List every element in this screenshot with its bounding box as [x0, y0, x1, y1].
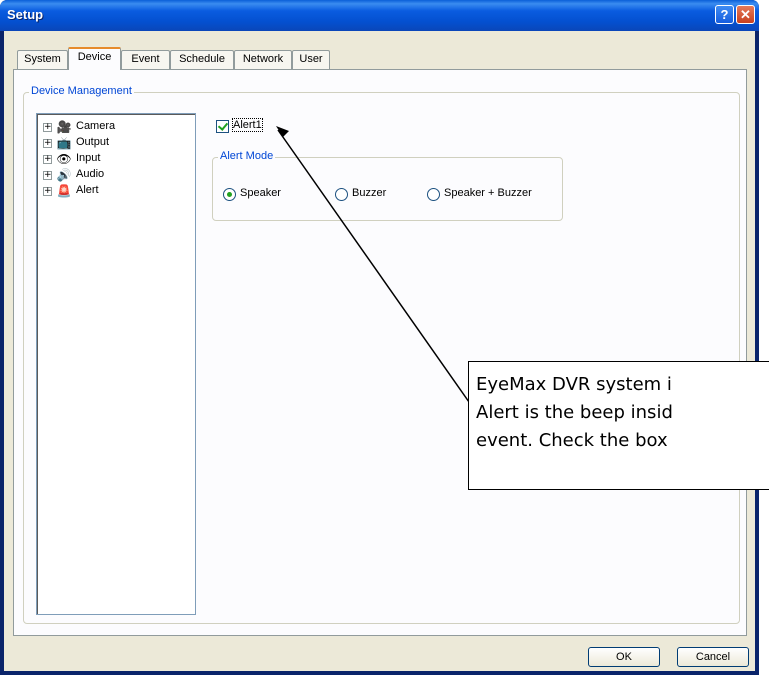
device-management-caption: Device Management	[29, 85, 134, 97]
tree-item-label: Audio	[76, 168, 105, 180]
dialog-client-area: System Device Event Schedule Network Use…	[4, 31, 755, 671]
alert-icon: 🚨	[56, 184, 72, 198]
callout-line: event. Check the box	[476, 430, 668, 451]
speaker-buzzer-radio[interactable]	[427, 188, 440, 201]
speaker-label[interactable]: Speaker	[240, 187, 281, 199]
device-tree[interactable]: + 🎥 Camera + 📺 Output + 👁 Input + 🔊 Audi…	[36, 113, 196, 615]
audio-icon: 🔊	[56, 168, 72, 182]
ok-button[interactable]: OK	[588, 647, 660, 667]
tab-schedule[interactable]: Schedule	[170, 50, 234, 69]
buzzer-label[interactable]: Buzzer	[352, 187, 386, 199]
help-icon: ?	[720, 7, 729, 22]
tab-network[interactable]: Network	[234, 50, 292, 69]
tab-event[interactable]: Event	[121, 50, 170, 69]
tree-item-label: Camera	[76, 120, 116, 132]
expand-icon[interactable]: +	[43, 139, 52, 148]
setup-window: Setup ? ✕ System Device Event Schedule N…	[0, 0, 759, 675]
cancel-button[interactable]: Cancel	[677, 647, 749, 667]
speaker-radio[interactable]	[223, 188, 236, 201]
buzzer-radio[interactable]	[335, 188, 348, 201]
device-tab-panel: Device Management + 🎥 Camera + 📺 Output …	[13, 69, 747, 636]
speaker-buzzer-label[interactable]: Speaker + Buzzer	[444, 187, 532, 199]
expand-icon[interactable]: +	[43, 171, 52, 180]
title-bar[interactable]: Setup ? ✕	[0, 0, 759, 31]
window-title: Setup	[7, 7, 44, 22]
camera-icon: 🎥	[56, 120, 72, 134]
input-icon: 👁	[56, 152, 72, 166]
tree-item-label: Output	[76, 136, 110, 148]
close-icon: ✕	[740, 7, 751, 22]
tree-item-label: Alert	[76, 184, 99, 196]
annotation-callout: EyeMax DVR system i Alert is the beep in…	[468, 361, 769, 490]
callout-line: EyeMax DVR system i	[476, 374, 672, 395]
alert-mode-group: Alert Mode Speaker Buzzer Speaker + Buzz…	[212, 150, 563, 221]
expand-icon[interactable]: +	[43, 187, 52, 196]
tab-system[interactable]: System	[17, 50, 68, 69]
alert-mode-caption: Alert Mode	[218, 150, 276, 162]
output-icon: 📺	[56, 136, 72, 150]
callout-line: Alert is the beep insid	[476, 402, 673, 423]
tree-item-label: Input	[76, 152, 101, 164]
expand-icon[interactable]: +	[43, 155, 52, 164]
tab-user[interactable]: User	[292, 50, 330, 69]
alert1-checkbox[interactable]	[216, 120, 229, 133]
alert1-label[interactable]: Alert1	[232, 118, 263, 132]
expand-icon[interactable]: +	[43, 123, 52, 132]
tab-device[interactable]: Device	[68, 47, 121, 70]
help-button[interactable]: ?	[715, 5, 734, 24]
close-button[interactable]: ✕	[736, 5, 755, 24]
